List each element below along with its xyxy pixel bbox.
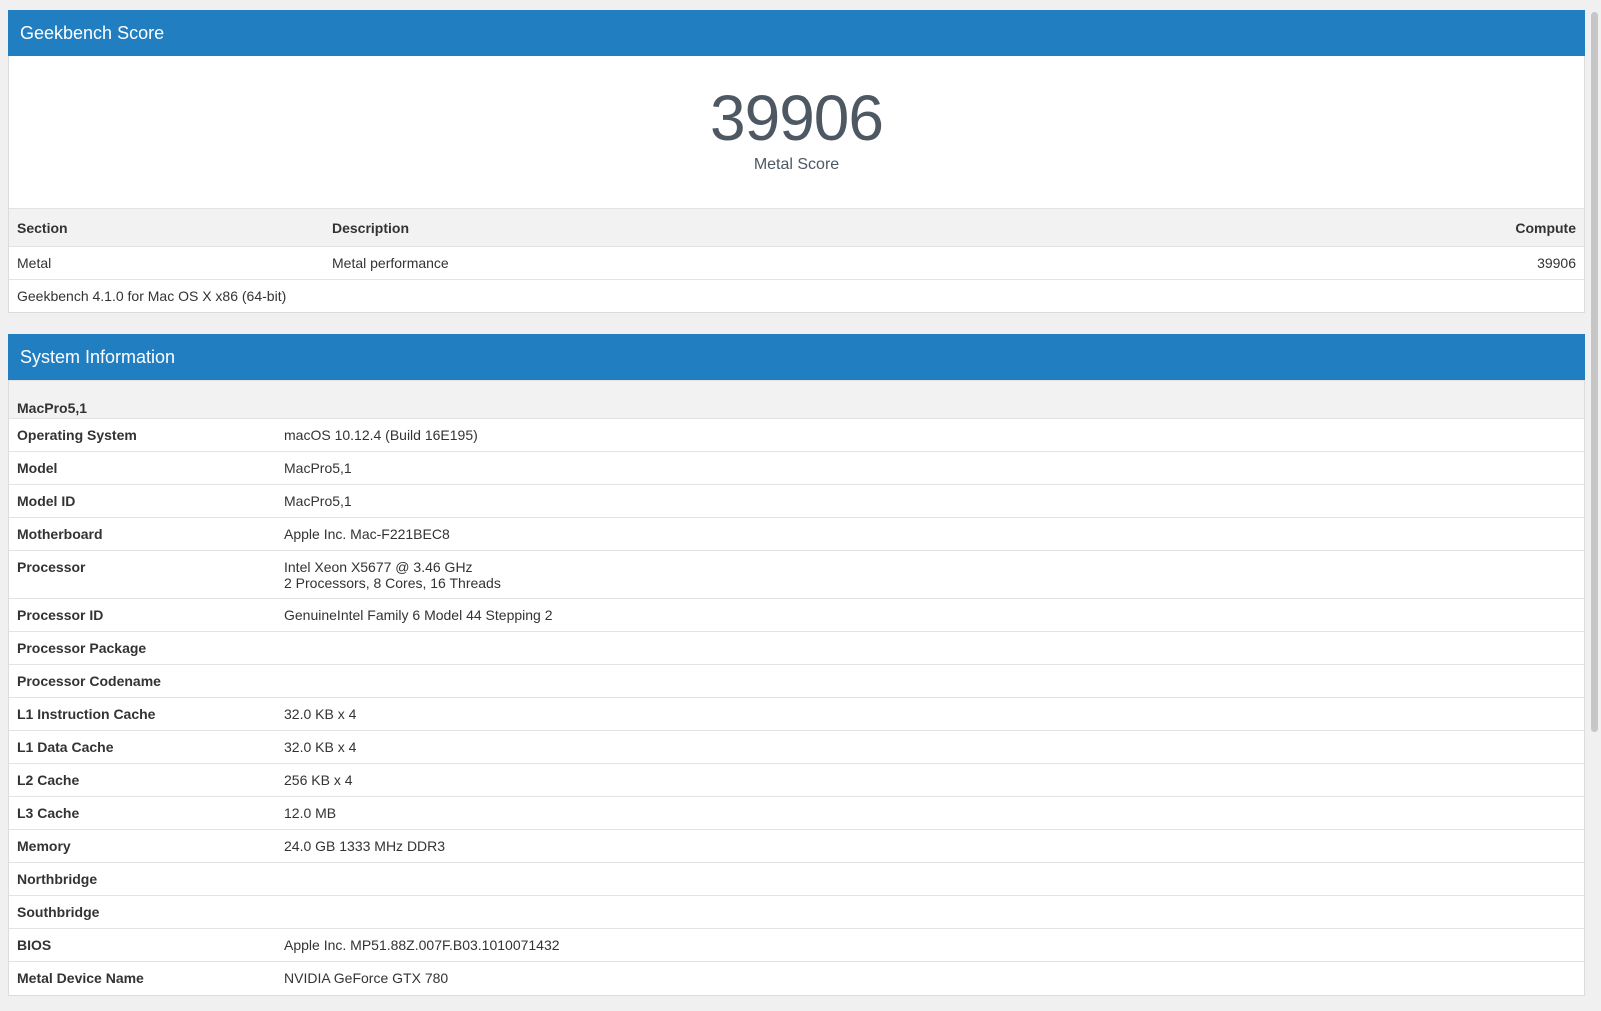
row-label: BIOS <box>17 937 52 953</box>
row-label: Model ID <box>17 493 76 509</box>
row-value: Apple Inc. MP51.88Z.007F.B03.1010071432 <box>284 937 560 953</box>
model-heading-row: MacPro5,1 <box>9 380 1584 418</box>
row-section: Metal <box>17 255 52 271</box>
table-row: L3 Cache 12.0 MB <box>9 796 1584 829</box>
score-box: 39906 Metal Score <box>9 56 1584 208</box>
table-row: Metal Metal performance 39906 <box>9 246 1584 279</box>
row-label: Processor ID <box>17 607 104 623</box>
row-label: Southbridge <box>17 904 100 920</box>
table-row: BIOS Apple Inc. MP51.88Z.007F.B03.101007… <box>9 928 1584 961</box>
table-row: Operating System macOS 10.12.4 (Build 16… <box>9 418 1584 451</box>
row-value: GenuineIntel Family 6 Model 44 Stepping … <box>284 607 553 623</box>
row-value: Intel Xeon X5677 @ 3.46 GHz 2 Processors… <box>284 559 501 591</box>
processor-line-2: 2 Processors, 8 Cores, 16 Threads <box>284 575 501 591</box>
row-label: Metal Device Name <box>17 970 144 986</box>
table-row: L1 Data Cache 32.0 KB x 4 <box>9 730 1584 763</box>
row-value: macOS 10.12.4 (Build 16E195) <box>284 427 478 443</box>
row-value: 32.0 KB x 4 <box>284 706 357 722</box>
header-description: Description <box>332 220 410 236</box>
scrollbar[interactable] <box>1591 12 1598 732</box>
header-compute: Compute <box>1515 220 1576 236</box>
row-value: 12.0 MB <box>284 805 337 821</box>
table-row: Processor Codename <box>9 664 1584 697</box>
version-text: Geekbench 4.1.0 for Mac OS X x86 (64-bit… <box>17 288 287 304</box>
row-value: MacPro5,1 <box>284 460 352 476</box>
row-value: Apple Inc. Mac-F221BEC8 <box>284 526 450 542</box>
table-row: L2 Cache 256 KB x 4 <box>9 763 1584 796</box>
row-label: L3 Cache <box>17 805 80 821</box>
row-value: 24.0 GB 1333 MHz DDR3 <box>284 838 446 854</box>
page: Geekbench Score 39906 Metal Score Sectio… <box>0 0 1601 1011</box>
row-label: Processor Package <box>17 640 147 656</box>
row-label: Memory <box>17 838 71 854</box>
processor-line-1: Intel Xeon X5677 @ 3.46 GHz <box>284 559 473 575</box>
row-label: Model <box>17 460 58 476</box>
metal-score-label: Metal Score <box>753 156 840 173</box>
table-row: Metal Device Name NVIDIA GeForce GTX 780 <box>9 961 1584 994</box>
row-label: L2 Cache <box>17 772 80 788</box>
row-label: L1 Data Cache <box>17 739 114 755</box>
table-row: Northbridge <box>9 862 1584 895</box>
row-value: NVIDIA GeForce GTX 780 <box>284 970 449 986</box>
version-footer: Geekbench 4.1.0 for Mac OS X x86 (64-bit… <box>9 279 1584 312</box>
row-label: Northbridge <box>17 871 98 887</box>
table-row: Model MacPro5,1 <box>9 451 1584 484</box>
table-row: Processor ID GenuineIntel Family 6 Model… <box>9 598 1584 631</box>
table-row: L1 Instruction Cache 32.0 KB x 4 <box>9 697 1584 730</box>
row-value: MacPro5,1 <box>284 493 352 509</box>
row-label: L1 Instruction Cache <box>17 706 156 722</box>
table-row: Motherboard Apple Inc. Mac-F221BEC8 <box>9 517 1584 550</box>
score-table-header: Section Description Compute <box>9 208 1584 246</box>
row-label: Motherboard <box>17 526 103 542</box>
row-description: Metal performance <box>332 255 449 271</box>
row-label: Operating System <box>17 427 137 443</box>
row-label: Processor <box>17 559 86 575</box>
system-panel: System Information MacPro5,1 Operating S… <box>8 334 1585 996</box>
row-label: Processor Codename <box>17 673 161 689</box>
row-compute: 39906 <box>1537 255 1576 271</box>
table-row: Processor Intel Xeon X5677 @ 3.46 GHz 2 … <box>9 550 1584 598</box>
score-panel: Geekbench Score 39906 Metal Score Sectio… <box>8 10 1585 313</box>
metal-score-value: 39906 <box>710 82 884 154</box>
row-value: 32.0 KB x 4 <box>284 739 357 755</box>
system-panel-title: System Information <box>8 334 1585 380</box>
table-row: Southbridge <box>9 895 1584 928</box>
score-panel-title: Geekbench Score <box>8 10 1585 56</box>
table-row: Processor Package <box>9 631 1584 664</box>
table-row: Memory 24.0 GB 1333 MHz DDR3 <box>9 829 1584 862</box>
table-row: Model ID MacPro5,1 <box>9 484 1584 517</box>
row-value: 256 KB x 4 <box>284 772 353 788</box>
system-table: MacPro5,1 Operating System macOS 10.12.4… <box>9 380 1584 994</box>
header-section: Section <box>17 220 68 236</box>
score-table: Section Description Compute Metal Metal … <box>9 208 1584 312</box>
